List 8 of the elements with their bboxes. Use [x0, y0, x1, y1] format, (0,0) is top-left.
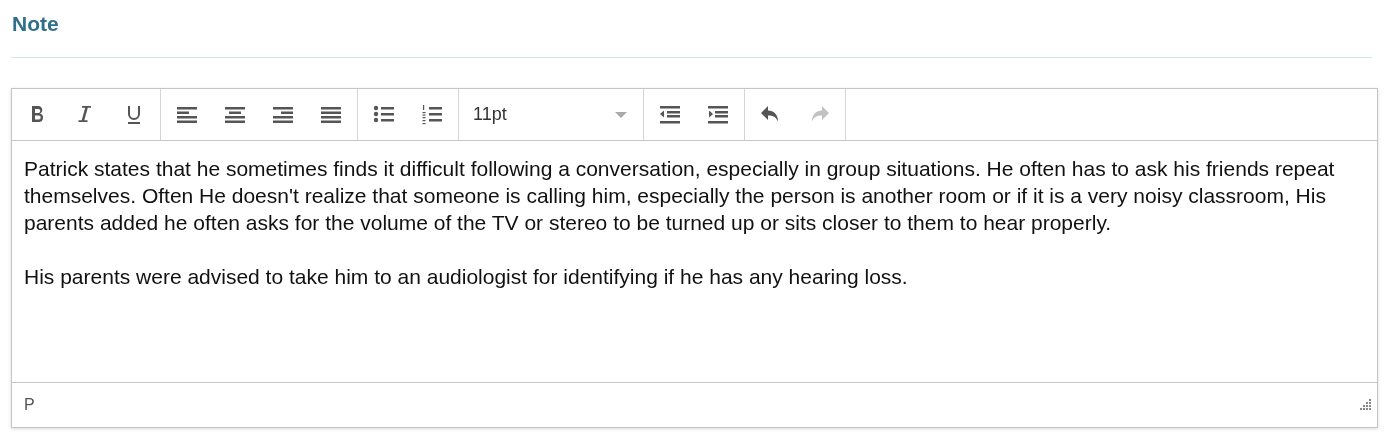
- numbered-list-icon: [420, 102, 444, 127]
- note-paragraph: Patrick states that he sometimes finds it difficult following a conversation, especially in group situations. He often has to ask his friends repeat themselves. Often He doesn't realize that someone is calling him, especially the person is another room or if it is a very noisy classroom, His parents added he often asks for the volume of the TV or stereo to be turned up or sits closer to them to hear properly.: [24, 156, 1336, 237]
- element-path[interactable]: P: [24, 393, 35, 418]
- section-heading: Note: [12, 11, 60, 37]
- font-size-dropdown[interactable]: 11pt: [461, 94, 641, 135]
- note-paragraph: His parents were advised to take him to an audiologist for identifying if he has any hearing loss.: [24, 264, 909, 291]
- caret-icon: [615, 111, 627, 118]
- resize-handle-icon[interactable]: [1359, 399, 1371, 412]
